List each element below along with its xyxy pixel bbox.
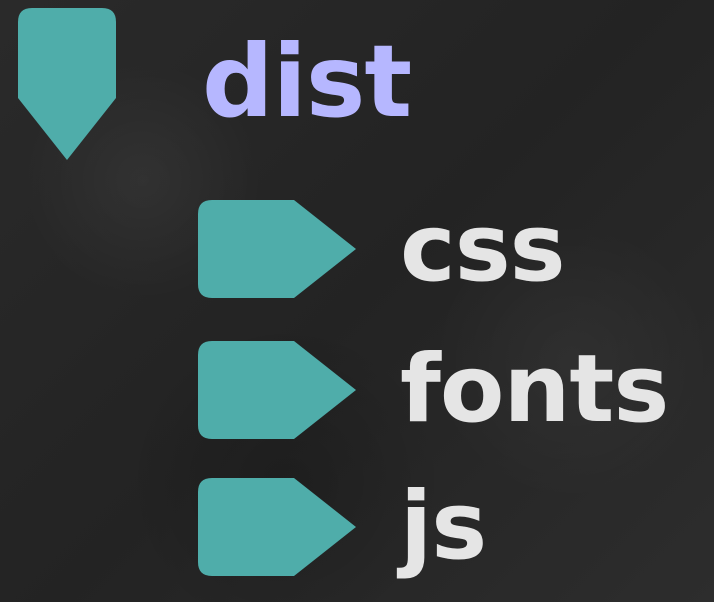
- tree-item-fonts[interactable]: fonts: [198, 335, 669, 444]
- chevron-right-icon[interactable]: [198, 478, 356, 576]
- chevron-right-icon[interactable]: [198, 200, 356, 298]
- chevron-down-icon[interactable]: [18, 0, 116, 164]
- tree-item-dist[interactable]: dist: [18, 0, 412, 164]
- tree-item-css[interactable]: css: [198, 194, 566, 303]
- folder-tree: dist css fonts js: [0, 0, 714, 602]
- tree-item-label: fonts: [400, 335, 669, 444]
- tree-item-label: css: [400, 194, 566, 303]
- tree-item-js[interactable]: js: [198, 472, 487, 581]
- tree-item-label: js: [400, 472, 487, 581]
- chevron-right-icon[interactable]: [198, 341, 356, 439]
- tree-item-label: dist: [202, 23, 412, 140]
